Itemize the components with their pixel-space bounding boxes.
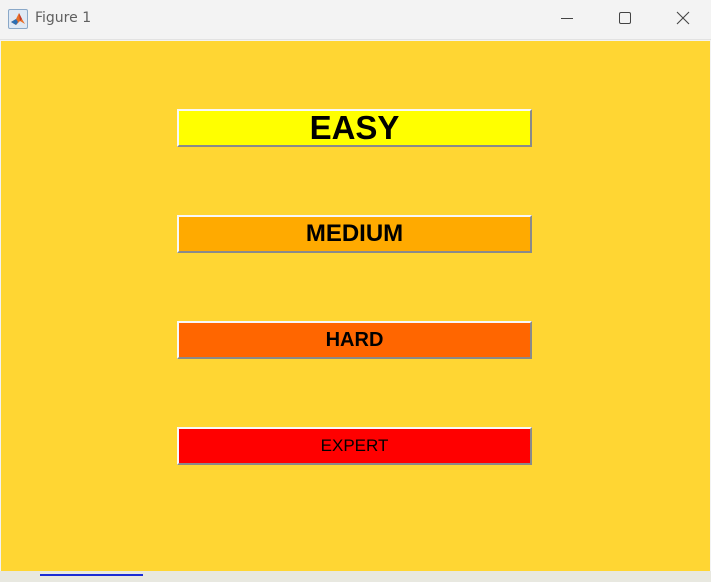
easy-button[interactable]: EASY xyxy=(177,109,532,147)
bottom-strip xyxy=(0,571,711,582)
title-bar[interactable]: Figure 1 xyxy=(0,0,711,40)
minimize-button[interactable] xyxy=(538,0,596,36)
maximize-button[interactable] xyxy=(596,0,654,36)
figure-window: Figure 1 EASY MEDIUM HARD EXPERT xyxy=(0,0,711,582)
window-title: Figure 1 xyxy=(35,10,92,26)
hard-button[interactable]: HARD xyxy=(177,321,532,359)
partial-link-underline xyxy=(40,574,143,576)
minimize-icon xyxy=(561,18,573,19)
expert-button[interactable]: EXPERT xyxy=(177,427,532,465)
medium-button[interactable]: MEDIUM xyxy=(177,215,532,253)
maximize-icon xyxy=(619,12,631,24)
matlab-logo-icon xyxy=(8,9,28,29)
close-icon xyxy=(676,11,690,25)
close-button[interactable] xyxy=(654,0,711,36)
